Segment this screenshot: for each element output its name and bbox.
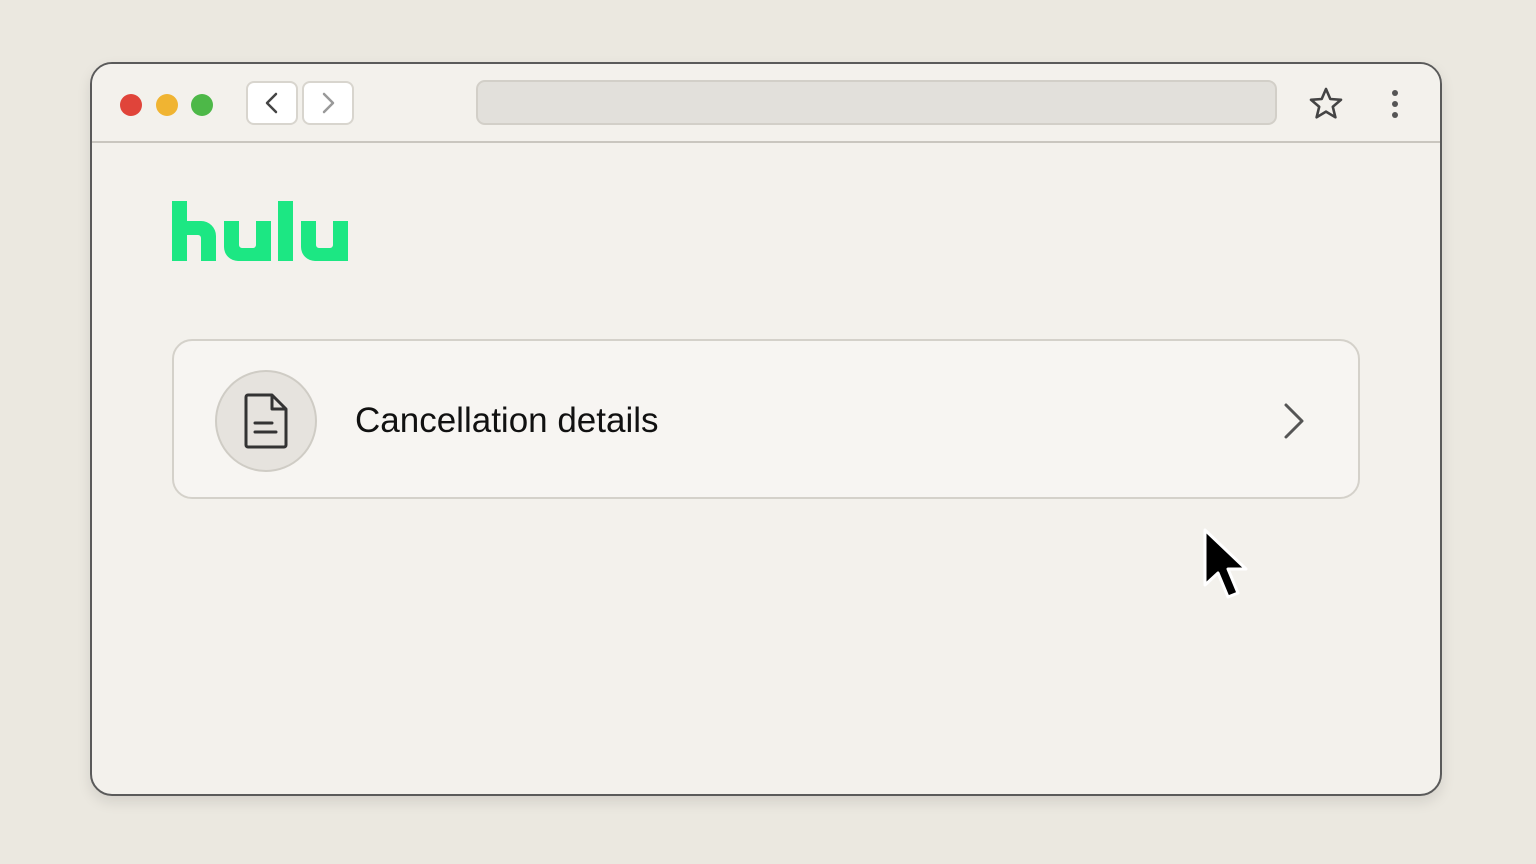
maximize-window-button[interactable] xyxy=(191,94,213,116)
page-content: Cancellation details xyxy=(92,143,1440,794)
address-bar[interactable] xyxy=(476,80,1277,125)
close-window-button[interactable] xyxy=(120,94,142,116)
mouse-pointer-icon xyxy=(1203,528,1248,599)
forward-button[interactable] xyxy=(302,81,354,125)
card-label: Cancellation details xyxy=(355,401,659,440)
cancellation-details-card[interactable]: Cancellation details xyxy=(172,339,1360,499)
chevron-right-icon xyxy=(1284,403,1304,439)
minimize-window-button[interactable] xyxy=(156,94,178,116)
hulu-logo xyxy=(172,201,348,261)
chevron-right-icon xyxy=(322,92,335,114)
browser-window: Cancellation details xyxy=(90,62,1442,796)
star-icon[interactable] xyxy=(1308,86,1344,122)
chevron-left-icon xyxy=(265,92,278,114)
back-button[interactable] xyxy=(246,81,298,125)
document-icon xyxy=(244,393,288,449)
document-icon-container xyxy=(215,370,317,472)
browser-toolbar xyxy=(92,64,1440,143)
more-vertical-icon[interactable] xyxy=(1383,86,1407,122)
